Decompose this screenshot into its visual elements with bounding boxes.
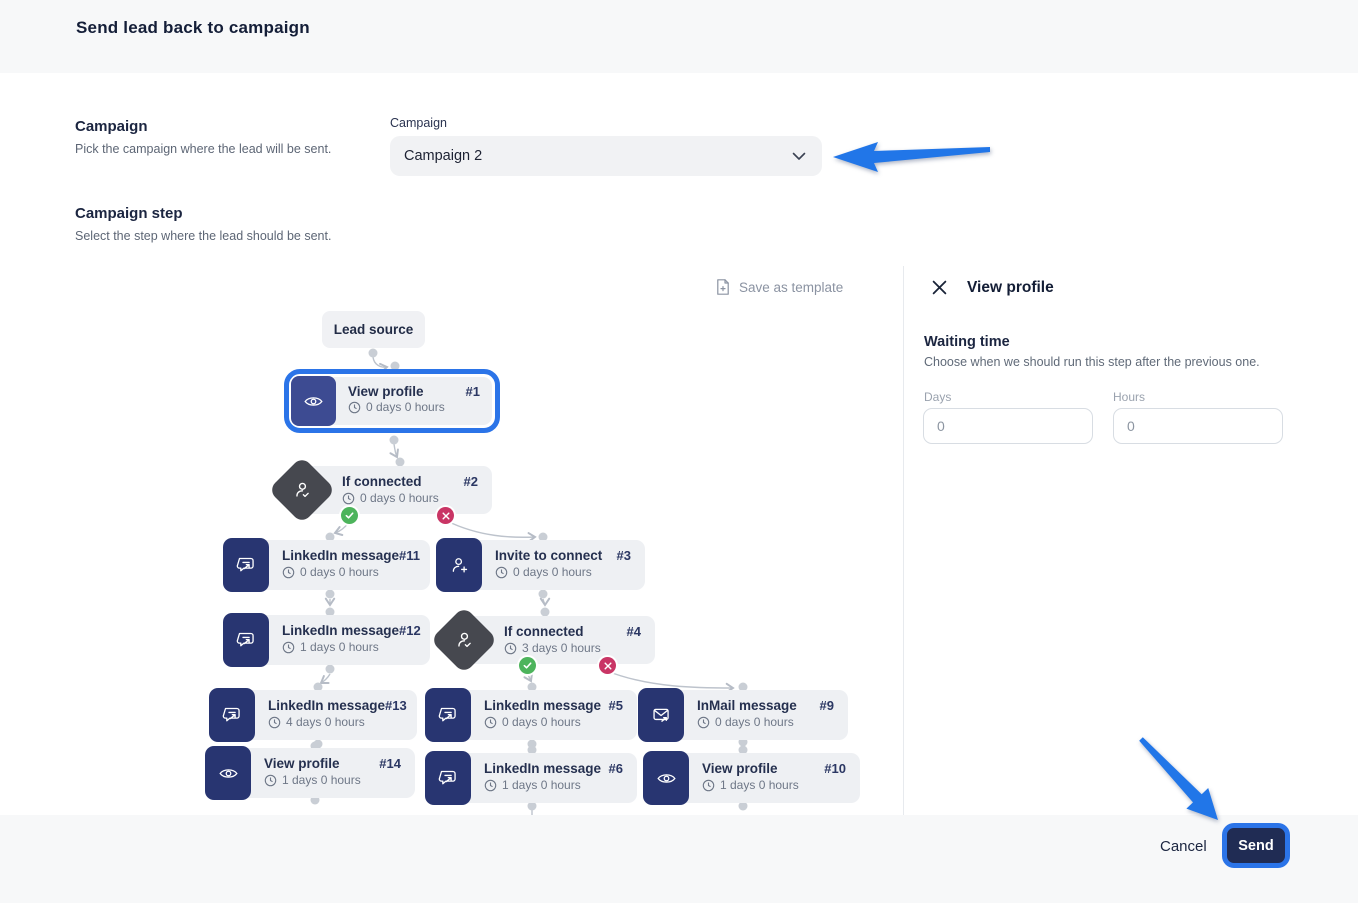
message-icon <box>223 538 269 592</box>
flow-node-linkedin-message-5[interactable]: LinkedIn message #5 0 days 0 hours <box>427 690 637 740</box>
node-step-number: #12 <box>399 623 421 638</box>
node-title: LinkedIn message <box>268 698 385 713</box>
node-title: If connected <box>342 474 422 489</box>
days-label: Days <box>924 390 951 404</box>
save-as-template-button[interactable]: Save as template <box>715 278 843 296</box>
flow-node-linkedin-message-11[interactable]: LinkedIn message #11 0 days 0 hours <box>225 540 430 590</box>
condition-yes-badge[interactable] <box>519 657 536 674</box>
node-title: LinkedIn message <box>282 548 399 563</box>
clock-icon <box>484 779 497 792</box>
campaign-field-label: Campaign <box>390 116 447 130</box>
flow-node-linkedin-message-13[interactable]: LinkedIn message #13 4 days 0 hours <box>211 690 417 740</box>
message-icon <box>209 688 255 742</box>
condition-no-badge[interactable] <box>437 507 454 524</box>
node-title: LinkedIn message <box>484 761 601 776</box>
campaign-step-section-description: Select the step where the lead should be… <box>75 229 355 243</box>
clock-icon <box>268 716 281 729</box>
clock-icon <box>504 642 517 655</box>
node-title: InMail message <box>697 698 797 713</box>
flow-node-view-profile-14[interactable]: View profile #14 1 days 0 hours <box>207 748 415 798</box>
modal-title: Send lead back to campaign <box>76 18 310 38</box>
campaign-section-description: Pick the campaign where the lead will be… <box>75 142 355 156</box>
node-step-number: #1 <box>466 384 480 399</box>
node-step-number: #10 <box>824 761 846 776</box>
file-plus-icon <box>715 278 731 296</box>
eye-icon <box>205 746 251 800</box>
node-step-number: #5 <box>609 698 623 713</box>
flow-node-view-profile-1-selected[interactable]: View profile #1 0 days 0 hours <box>284 369 500 433</box>
campaign-select-arrow <box>833 142 990 172</box>
hours-input[interactable] <box>1113 408 1283 444</box>
eye-icon <box>643 751 689 805</box>
hours-label: Hours <box>1113 390 1145 404</box>
days-input[interactable] <box>923 408 1093 444</box>
campaign-select-value: Campaign 2 <box>404 148 482 164</box>
lead-source-node[interactable]: Lead source <box>322 311 425 348</box>
waiting-time-title: Waiting time <box>924 334 1010 350</box>
panel-divider <box>903 266 904 815</box>
clock-icon <box>342 492 355 505</box>
message-icon <box>425 688 471 742</box>
node-title: LinkedIn message <box>484 698 601 713</box>
send-button-arrow <box>1139 737 1218 820</box>
node-title: LinkedIn message <box>282 623 399 638</box>
campaign-section-label: Campaign <box>75 118 355 135</box>
clock-icon <box>282 566 295 579</box>
campaign-section: Campaign Pick the campaign where the lea… <box>75 118 355 156</box>
node-title: View profile <box>348 384 424 399</box>
eye-icon <box>291 376 336 426</box>
clock-icon <box>282 641 295 654</box>
clock-icon <box>702 779 715 792</box>
clock-icon <box>495 566 508 579</box>
modal-header: Send lead back to campaign <box>0 0 1358 73</box>
flow-node-inmail-message-9[interactable]: InMail message #9 0 days 0 hours <box>640 690 848 740</box>
node-step-number: #6 <box>609 761 623 776</box>
clock-icon <box>264 774 277 787</box>
node-step-number: #13 <box>385 698 407 713</box>
node-title: If connected <box>504 624 584 639</box>
node-step-number: #14 <box>379 756 401 771</box>
mail-icon <box>638 688 684 742</box>
flow-node-view-profile-10[interactable]: View profile #10 1 days 0 hours <box>645 753 860 803</box>
cancel-button[interactable]: Cancel <box>1152 832 1215 861</box>
node-step-number: #9 <box>820 698 834 713</box>
chevron-down-icon <box>792 152 806 161</box>
flow-node-linkedin-message-12[interactable]: LinkedIn message #12 1 days 0 hours <box>225 615 430 665</box>
send-button[interactable]: Send <box>1222 823 1290 868</box>
node-step-number: #11 <box>399 548 420 563</box>
message-icon <box>223 613 269 667</box>
node-step-number: #2 <box>464 474 478 489</box>
message-icon <box>425 751 471 805</box>
person-plus-icon <box>436 538 482 592</box>
flow-node-linkedin-message-6[interactable]: LinkedIn message #6 1 days 0 hours <box>427 753 637 803</box>
node-title: View profile <box>264 756 340 771</box>
clock-icon <box>697 716 710 729</box>
clock-icon <box>484 716 497 729</box>
flow-node-invite-to-connect-3[interactable]: Invite to connect #3 0 days 0 hours <box>438 540 645 590</box>
node-step-number: #3 <box>617 548 631 563</box>
close-icon[interactable] <box>932 280 948 296</box>
campaign-step-section: Campaign step Select the step where the … <box>75 205 355 243</box>
panel-title: View profile <box>967 279 1054 297</box>
campaign-select[interactable]: Campaign 2 <box>390 136 822 176</box>
condition-yes-badge[interactable] <box>341 507 358 524</box>
clock-icon <box>348 401 361 414</box>
condition-no-badge[interactable] <box>599 657 616 674</box>
waiting-time-description: Choose when we should run this step afte… <box>924 355 1260 369</box>
node-title: Invite to connect <box>495 548 602 563</box>
campaign-step-section-label: Campaign step <box>75 205 355 222</box>
node-step-number: #4 <box>627 624 641 639</box>
node-title: View profile <box>702 761 778 776</box>
